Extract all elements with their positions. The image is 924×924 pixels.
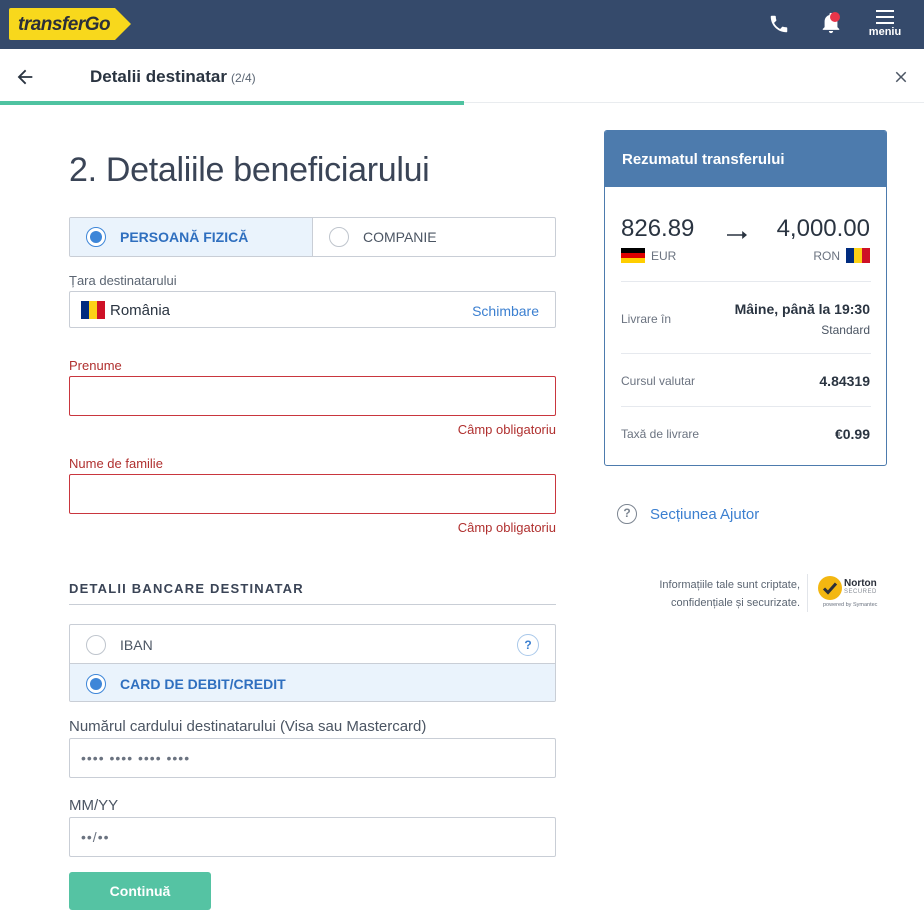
- transfer-summary-card: Rezumatul transferului 826.89 4,000.00 E…: [604, 130, 887, 466]
- help-section-link[interactable]: ? Secțiunea Ajutor: [617, 504, 759, 524]
- summary-divider: [621, 406, 871, 407]
- norton-secured-text: SECURED: [844, 589, 877, 595]
- bank-details-heading: DETALII BANCARE DESTINATAR: [69, 581, 304, 596]
- radio-selected[interactable]: [86, 673, 106, 694]
- country-field[interactable]: România Schimbare: [69, 291, 556, 328]
- bank-method-iban-label: IBAN: [120, 636, 153, 653]
- summary-divider: [621, 353, 871, 354]
- expiry-input[interactable]: ••/••: [69, 817, 556, 857]
- menu-label: meniu: [868, 26, 902, 38]
- phone-icon[interactable]: [768, 13, 790, 35]
- transfergo-logo[interactable]: transferGo: [9, 8, 131, 40]
- card-number-label: Numărul cardului destinatarului (Visa sa…: [69, 718, 427, 735]
- help-section-label: Secțiunea Ajutor: [650, 505, 760, 523]
- hamburger-icon: [876, 10, 894, 24]
- romania-flag-icon: [81, 301, 105, 319]
- fee-value: €0.99: [834, 426, 870, 442]
- first-name-error: Câmp obligatoriu: [457, 422, 556, 437]
- norton-secured-badge: Norton SECURED powered by Symantec: [818, 574, 886, 612]
- security-divider: [807, 574, 808, 612]
- last-name-error: Câmp obligatoriu: [457, 520, 556, 535]
- logo-wordmark: transferGo: [18, 14, 111, 35]
- security-note-line1: Informațiile tale sunt criptate,: [659, 579, 800, 591]
- country-label: Țara destinatarului: [69, 273, 177, 288]
- first-name-label: Prenume: [69, 358, 122, 373]
- expiry-label: MM/YY: [69, 797, 119, 814]
- continue-button[interactable]: Continuă: [69, 872, 211, 910]
- receive-currency-code: RON: [813, 248, 840, 263]
- close-icon[interactable]: [892, 68, 910, 86]
- recipient-type-company-label: COMPANIE: [363, 229, 437, 245]
- send-currency: EUR: [621, 248, 676, 263]
- bank-method-card-label: CARD DE DEBIT/CREDIT: [120, 675, 286, 692]
- romania-flag-icon: [846, 248, 870, 263]
- card-number-input[interactable]: •••• •••• •••• ••••: [69, 738, 556, 778]
- iban-help-icon[interactable]: ?: [517, 634, 539, 656]
- expiry-placeholder: ••/••: [81, 829, 110, 845]
- summary-header: Rezumatul transferului: [605, 131, 886, 187]
- step-title: Detalii destinatar (2/4): [90, 67, 256, 87]
- change-country-link[interactable]: Schimbare: [472, 303, 539, 319]
- back-arrow-icon[interactable]: [14, 66, 36, 88]
- receive-currency: RON: [813, 248, 870, 263]
- country-value: România: [110, 302, 171, 319]
- receive-amount: 4,000.00: [776, 215, 870, 242]
- card-number-placeholder: •••• •••• •••• ••••: [81, 750, 191, 766]
- recipient-type-individual[interactable]: PERSOANĂ FIZICĂ: [70, 218, 312, 256]
- delivery-type: Standard: [821, 323, 870, 337]
- arrow-right-icon: [727, 231, 747, 239]
- summary-title: Rezumatul transferului: [622, 151, 785, 168]
- step-title-text: Detalii destinatar: [90, 67, 227, 86]
- norton-checkmark-icon: [818, 576, 842, 600]
- radio-unselected[interactable]: [86, 634, 106, 655]
- last-name-input[interactable]: [69, 474, 556, 514]
- send-currency-code: EUR: [651, 248, 677, 263]
- first-name-input[interactable]: [69, 376, 556, 416]
- recipient-type-company[interactable]: COMPANIE: [312, 218, 555, 256]
- norton-powered-by: powered by Symantec: [823, 602, 878, 608]
- delivery-value: Mâine, până la 19:30: [734, 301, 870, 317]
- rate-value: 4.84319: [819, 373, 870, 389]
- recipient-type-selector: PERSOANĂ FIZICĂ COMPANIE: [69, 217, 556, 257]
- rate-label: Cursul valutar: [621, 374, 696, 388]
- recipient-type-individual-label: PERSOANĂ FIZICĂ: [120, 229, 249, 245]
- fee-label: Taxă de livrare: [621, 427, 700, 441]
- bank-method-iban[interactable]: IBAN ?: [70, 625, 555, 664]
- radio-selected[interactable]: [86, 227, 106, 247]
- step-count: (2/4): [231, 71, 256, 85]
- bank-method-card[interactable]: CARD DE DEBIT/CREDIT: [70, 663, 555, 701]
- section-divider: [69, 604, 556, 605]
- norton-name: Norton: [844, 578, 877, 589]
- security-note-line2: confidențiale și securizate.: [670, 597, 800, 609]
- delivery-label: Livrare în: [621, 312, 672, 326]
- top-nav: transferGo meniu: [0, 0, 924, 49]
- notification-badge: [830, 12, 840, 22]
- question-circle-icon: ?: [617, 504, 637, 524]
- last-name-label: Nume de familie: [69, 456, 163, 471]
- checkmark-icon: [822, 582, 838, 595]
- step-progress-bar: [0, 101, 464, 105]
- page-title: 2. Detaliile beneficiarului: [69, 151, 430, 189]
- radio-unselected[interactable]: [329, 227, 349, 247]
- bank-method-selector: IBAN ? CARD DE DEBIT/CREDIT: [69, 624, 556, 702]
- step-header: Detalii destinatar (2/4): [0, 49, 924, 103]
- menu-button[interactable]: meniu: [864, 10, 906, 40]
- summary-divider: [621, 281, 871, 282]
- send-amount: 826.89: [621, 215, 695, 242]
- germany-flag-icon: [621, 248, 645, 263]
- security-note: Informațiile tale sunt criptate, confide…: [620, 576, 800, 612]
